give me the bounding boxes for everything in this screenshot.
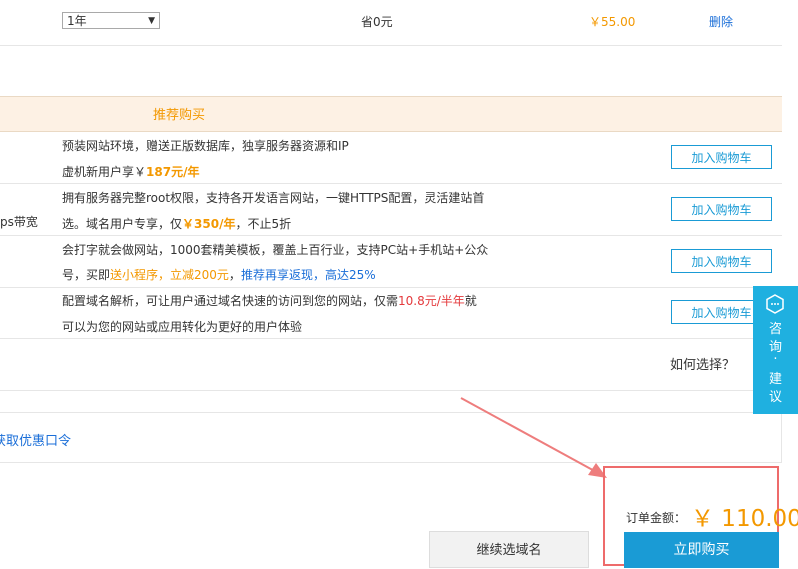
side-char: 议	[768, 390, 782, 405]
side-char: 咨	[768, 322, 782, 337]
chevron-down-icon: ▼	[148, 16, 155, 26]
recommend-title: 推荐购买	[153, 108, 206, 123]
divider	[0, 390, 782, 391]
side-char: ·	[773, 352, 778, 367]
delete-link[interactable]: 删除	[709, 13, 733, 30]
side-char: 建	[768, 372, 782, 387]
continue-select-domain-button[interactable]: 继续选域名	[429, 531, 589, 568]
recommend-item-1-desc: 预装网站环境，赠送正版数据库，独享服务器资源和IP	[62, 139, 349, 153]
order-amount-label: 订单金额：	[626, 511, 687, 525]
recommend-item-4-desc: 配置域名解析，可让用户通过域名快速的访问到您的网站，仅需10.8元/半年就	[62, 294, 477, 308]
divider	[0, 338, 782, 339]
item-price: ￥55.00	[589, 15, 636, 29]
savings-text: 省0元	[361, 15, 393, 29]
add-to-cart-button[interactable]: 加入购物车	[671, 145, 772, 169]
recommend-item-1-price: 虚机新用户享￥187元/年	[62, 165, 200, 179]
divider	[0, 462, 782, 463]
recommend-item-2-price: 选。域名用户专享，仅￥350/年，不止5折	[62, 217, 292, 231]
product-label: ps带宽	[0, 215, 38, 229]
divider	[0, 412, 782, 413]
add-to-cart-button[interactable]: 加入购物车	[671, 249, 772, 273]
buy-now-button[interactable]: 立即购买	[624, 532, 779, 568]
divider	[0, 287, 782, 288]
hexagon-chat-icon	[766, 294, 784, 314]
how-to-choose-link[interactable]: 如何选择？	[670, 354, 735, 373]
recommend-header-bar	[0, 96, 782, 132]
divider	[0, 183, 782, 184]
annotation-arrow	[460, 397, 607, 478]
divider	[0, 235, 782, 236]
divider	[0, 45, 782, 46]
recommend-item-2-desc: 拥有服务器完整root权限，支持各开发语言网站，一键HTTPS配置，灵活建站首	[62, 191, 485, 205]
coupon-code-link[interactable]: 获取优惠口令	[0, 430, 71, 449]
add-to-cart-button[interactable]: 加入购物车	[671, 197, 772, 221]
order-amount-value: ￥ 110.00	[691, 506, 798, 532]
recommend-item-3-promo: 号，买即送小程序，立减200元，推荐再享返现，高达25%	[62, 268, 376, 282]
recommend-item-3-desc: 会打字就会做网站，1000套精美模板，覆盖上百行业，支持PC站+手机站+公众	[62, 243, 489, 257]
recommend-item-4-desc-2: 可以为您的网站或应用转化为更好的用户体验	[62, 320, 303, 334]
consult-suggest-widget[interactable]: 咨 询 · 建 议	[753, 286, 798, 414]
period-select[interactable]: 1年 ▼	[62, 12, 160, 29]
period-select-value: 1年	[67, 14, 87, 28]
